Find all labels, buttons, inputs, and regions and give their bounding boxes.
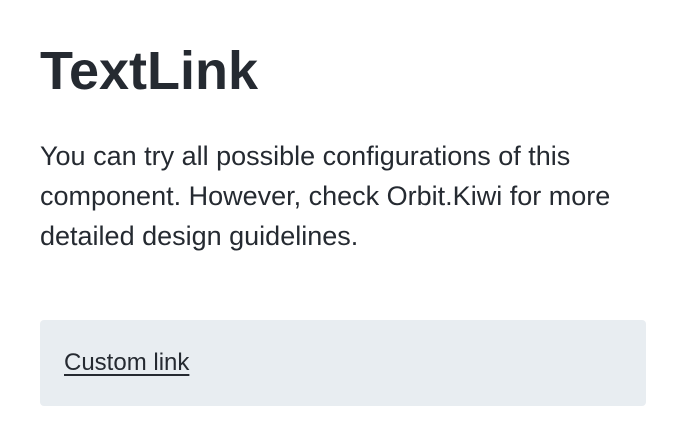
page-description: You can try all possible configurations … <box>40 141 611 251</box>
example-preview-box: Custom link <box>40 320 646 406</box>
page-title: TextLink <box>40 41 259 101</box>
storybook-page: TextLink You can try all possible config… <box>0 0 686 446</box>
custom-link[interactable]: Custom link <box>64 348 189 378</box>
